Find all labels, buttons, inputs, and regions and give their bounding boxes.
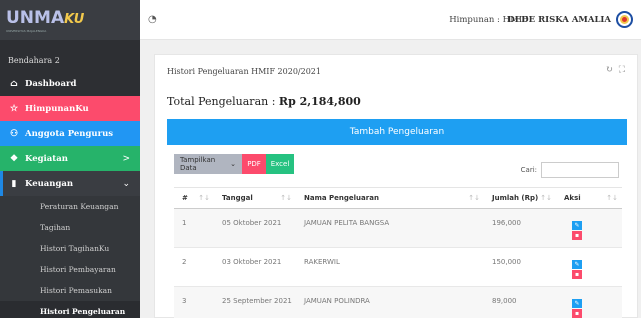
users-icon: ⚇ [9,128,19,139]
cell-tanggal: 05 Oktober 2021 [214,208,296,248]
sidebar-item-keuangan[interactable]: ▮ Keuangan ⌄ [0,171,140,196]
table-row: 2 03 Oktober 2021 RAKERWIL 150,000 ✎ ▪ [174,247,622,287]
total-expense: Total Pengeluaran : Rp 2,184,800 [167,95,361,108]
avatar[interactable] [616,11,633,28]
sort-icon: ↑↓ [540,194,552,202]
sidebar-nav: ⌂ Dashboard ☆ HimpunanKu ⚇ Anggota Pengu… [0,71,140,318]
topbar: ◔ Himpunan : HMIF DEDE RISKA AMALIA [140,0,641,40]
expense-table: # ↑↓ Tanggal ↑↓ Nama Pengeluaran ↑↓ Jumlah … [174,187,622,318]
column-header-aksi[interactable]: Aksi ↑↓ [556,187,622,209]
table-search: Cari: [521,162,619,178]
column-header-tanggal[interactable]: Tanggal ↑↓ [214,187,296,209]
table-header-row: # ↑↓ Tanggal ↑↓ Nama Pengeluaran ↑↓ Jumlah … [174,187,622,209]
logo[interactable]: UNMAKU UNIVERSITAS MAJALENGKA [0,0,140,40]
home-icon: ⌂ [10,78,18,89]
cell-tanggal: 03 Oktober 2021 [214,247,296,287]
sidebar: UNMAKU UNIVERSITAS MAJALENGKA Bendahara … [0,0,140,318]
sort-icon: ↑↓ [606,194,618,202]
column-header-jumlah[interactable]: Jumlah (Rp) ↑↓ [484,187,556,209]
book-icon: ▮ [11,178,17,189]
chevron-right-icon: > [122,153,130,164]
table-row: 3 25 September 2021 JAMUAN POLINDRA 89,0… [174,286,622,318]
menu-toggle-icon[interactable]: ◔ [148,14,157,25]
expense-card: Histori Pengeluaran HMIF 2020/2021 ↻ ⛶ T… [154,54,638,318]
sort-icon: ↑↓ [280,194,292,202]
star-icon: ☆ [9,103,19,114]
cell-nama: JAMUAN POLINDRA [296,286,484,318]
cell-no: 3 [174,286,214,318]
logo-suffix: KU [64,11,85,27]
sidebar-subitem-histori-pengeluaran[interactable]: Histori Pengeluaran [0,301,140,318]
sidebar-item-label: Dashboard [25,78,77,89]
expand-icon[interactable]: ⛶ [619,65,625,75]
trash-icon[interactable]: ▪ [572,309,582,318]
table-row: 1 05 Oktober 2021 JAMUAN PELITA BANGSA 1… [174,208,622,248]
cell-aksi: ✎ ▪ [556,247,622,287]
sidebar-item-label: Kegiatan [25,153,68,164]
cell-nama: RAKERWIL [296,247,484,287]
refresh-icon[interactable]: ↻ [605,65,613,75]
column-header-no[interactable]: # ↑↓ [174,187,214,209]
chevron-down-icon: ⌄ [230,160,236,168]
total-label: Total Pengeluaran : [167,95,276,108]
user-name[interactable]: DEDE RISKA AMALIA [507,15,611,25]
sort-icon: ↑↓ [468,194,480,202]
card-title: Histori Pengeluaran HMIF 2020/2021 [167,67,321,76]
sidebar-item-label: Keuangan [25,178,74,189]
sidebar-subitem-histori-pembayaran[interactable]: Histori Pembayaran [0,259,140,280]
sidebar-submenu: Peraturan Keuangan Tagihan Histori Tagih… [0,196,140,318]
add-expense-button[interactable]: Tambah Pengeluaran [167,119,627,145]
avatar-logo-icon [620,15,629,24]
column-header-nama[interactable]: Nama Pengeluaran ↑↓ [296,187,484,209]
sidebar-item-kegiatan[interactable]: ❖ Kegiatan > [0,146,140,171]
edit-icon[interactable]: ✎ [572,221,582,230]
cell-tanggal: 25 September 2021 [214,286,296,318]
pdf-button[interactable]: PDF [242,154,266,174]
cell-no: 1 [174,208,214,248]
sidebar-subitem-histori-tagihan[interactable]: Histori TagihanKu [0,238,140,259]
table-toolbar: Tampilkan Data ⌄ PDF Excel [174,154,294,174]
sidebar-item-anggota[interactable]: ⚇ Anggota Pengurus [0,121,140,146]
edit-icon[interactable]: ✎ [572,260,582,269]
sidebar-item-dashboard[interactable]: ⌂ Dashboard [0,71,140,96]
card-tools: ↻ ⛶ [605,65,625,75]
sidebar-item-himpunanku[interactable]: ☆ HimpunanKu [0,96,140,121]
show-data-dropdown[interactable]: Tampilkan Data ⌄ [174,154,242,174]
cell-nama: JAMUAN PELITA BANGSA [296,208,484,248]
search-label: Cari: [520,166,537,174]
excel-button[interactable]: Excel [266,154,294,174]
sort-icon: ↑↓ [198,194,210,202]
logo-text: UNMA [6,7,65,28]
trash-icon[interactable]: ▪ [572,231,582,240]
cell-no: 2 [174,247,214,287]
cell-jumlah: 150,000 [484,247,556,287]
cell-aksi: ✎ ▪ [556,286,622,318]
sidebar-item-label: HimpunanKu [25,103,89,114]
sidebar-subitem-peraturan[interactable]: Peraturan Keuangan [0,196,140,217]
logo-tagline: UNIVERSITAS MAJALENGKA [6,28,47,33]
user-role: Bendahara 2 [8,56,60,65]
sidebar-subitem-histori-pemasukan[interactable]: Histori Pemasukan [0,280,140,301]
trash-icon[interactable]: ▪ [572,270,582,279]
cell-aksi: ✎ ▪ [556,208,622,248]
cell-jumlah: 89,000 [484,286,556,318]
show-data-label: Tampilkan Data [180,156,216,172]
sidebar-item-label: Anggota Pengurus [25,128,114,139]
edit-icon[interactable]: ✎ [572,299,582,308]
cell-jumlah: 196,000 [484,208,556,248]
chevron-down-icon: ⌄ [122,178,130,189]
sidebar-subitem-tagihan[interactable]: Tagihan [0,217,140,238]
total-value: Rp 2,184,800 [278,95,361,108]
layers-icon: ❖ [9,153,19,164]
search-input[interactable] [541,162,619,178]
